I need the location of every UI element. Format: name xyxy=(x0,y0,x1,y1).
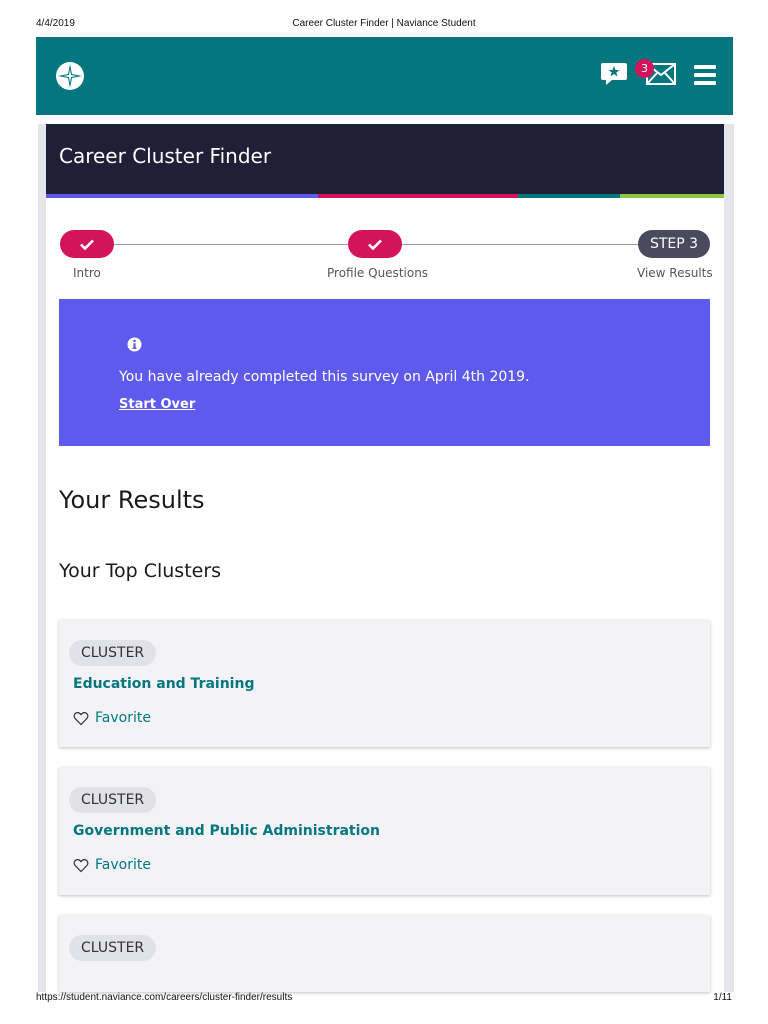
check-icon xyxy=(80,239,94,250)
already-completed-alert: You have already completed this survey o… xyxy=(59,299,710,446)
print-page-title: Career Cluster Finder | Naviance Student xyxy=(292,18,476,29)
start-over-link[interactable]: Start Over xyxy=(119,397,195,412)
cluster-name-link[interactable]: Education and Training xyxy=(73,676,254,692)
top-nav-bar: 3 xyxy=(36,37,733,115)
cluster-finder-card: Career Cluster Finder STEP 3 Intro Profi… xyxy=(46,124,724,992)
chat-star-icon[interactable] xyxy=(600,61,628,87)
step-label-profile-questions: Profile Questions xyxy=(327,266,429,280)
heart-icon xyxy=(73,711,89,725)
step-view-results-current[interactable]: STEP 3 xyxy=(638,230,710,258)
step-label-intro: Intro xyxy=(73,266,101,280)
page-title: Career Cluster Finder xyxy=(59,144,272,168)
info-icon xyxy=(127,337,142,352)
stripe-segment-2 xyxy=(318,194,518,198)
card-header: Career Cluster Finder xyxy=(46,124,724,198)
top-clusters-heading: Your Top Clusters xyxy=(59,560,222,582)
favorite-label: Favorite xyxy=(95,857,151,873)
step-intro-complete[interactable] xyxy=(60,230,114,258)
print-page-number: 1/11 xyxy=(713,992,732,1003)
favorite-label: Favorite xyxy=(95,710,151,726)
cluster-badge: CLUSTER xyxy=(69,935,157,961)
alert-message: You have already completed this survey o… xyxy=(119,369,530,385)
color-stripe xyxy=(46,194,724,198)
print-footer: https://student.naviance.com/careers/clu… xyxy=(0,992,768,1006)
print-url: https://student.naviance.com/careers/clu… xyxy=(36,992,293,1003)
stripe-segment-4 xyxy=(620,194,724,198)
cluster-card: CLUSTER xyxy=(59,915,710,992)
cluster-name-link[interactable]: Government and Public Administration xyxy=(73,823,380,839)
mail-count-badge: 3 xyxy=(635,59,654,78)
cluster-badge: CLUSTER xyxy=(69,787,157,813)
check-icon xyxy=(368,239,382,250)
cluster-badge: CLUSTER xyxy=(69,640,157,666)
stripe-segment-3 xyxy=(518,194,620,198)
step-profile-questions-complete[interactable] xyxy=(348,230,402,258)
step-label-view-results: View Results xyxy=(637,266,713,280)
cluster-card: CLUSTER Education and Training Favorite xyxy=(59,620,710,747)
favorite-button[interactable]: Favorite xyxy=(73,857,151,873)
stripe-segment-1 xyxy=(46,194,318,198)
cluster-card: CLUSTER Government and Public Administra… xyxy=(59,767,710,895)
hamburger-menu-icon[interactable] xyxy=(694,64,716,86)
compass-star-logo-icon[interactable] xyxy=(55,61,85,91)
heart-icon xyxy=(73,858,89,872)
favorite-button[interactable]: Favorite xyxy=(73,710,151,726)
print-header: 4/4/2019 Career Cluster Finder | Navianc… xyxy=(0,18,768,32)
results-heading: Your Results xyxy=(59,486,205,514)
